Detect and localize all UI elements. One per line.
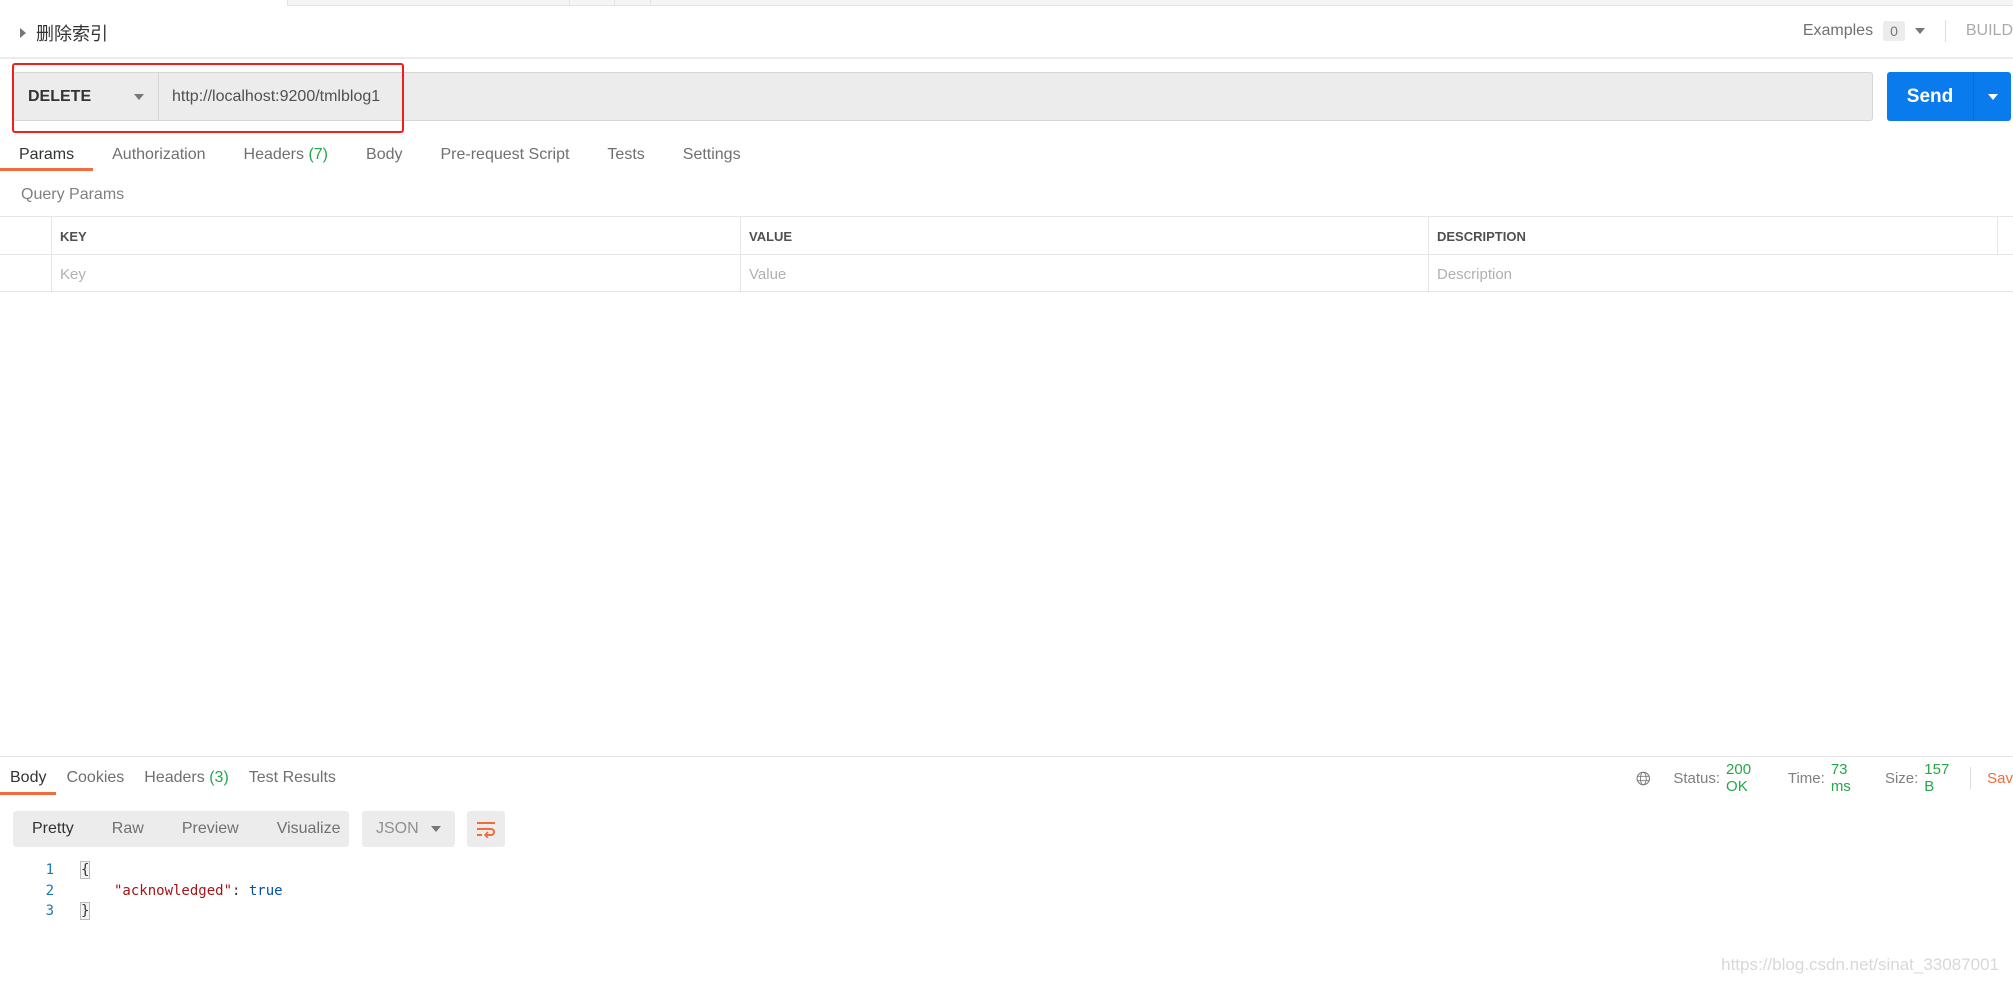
key-input[interactable]: Key (51, 255, 740, 293)
language-select[interactable]: JSON (362, 811, 455, 847)
globe-icon[interactable] (1636, 769, 1651, 788)
request-name: 删除索引 (36, 24, 108, 44)
format-selector: Pretty Raw Preview Visualize (13, 811, 349, 847)
tab[interactable] (615, 0, 651, 6)
watermark: https://blog.csdn.net/sinat_33087001 (1721, 955, 1999, 974)
send-options-button[interactable] (1973, 72, 2011, 121)
tab-authorization[interactable]: Authorization (93, 143, 224, 171)
tab-label: Authorization (112, 146, 206, 163)
status-value: 200 OK (1726, 761, 1752, 795)
column-value: VALUE (740, 217, 1428, 255)
tab-label: Headers (144, 769, 205, 786)
json-value: true (248, 882, 283, 899)
code-line: 2 "acknowledged": true (40, 881, 283, 902)
line-number: 2 (45, 882, 54, 899)
tab-label: Settings (682, 146, 741, 163)
wrap-lines-button[interactable] (467, 811, 505, 847)
response-body-code[interactable]: 1{ 2 "acknowledged": true 3} (40, 860, 283, 922)
highlight-box (12, 63, 404, 133)
line-number: 1 (45, 862, 54, 878)
tab-headers[interactable]: Headers (7) (225, 143, 348, 171)
send-label[interactable]: Send (1887, 72, 1973, 121)
examples-label[interactable]: Examples (1803, 22, 1873, 40)
chevron-down-icon (1987, 93, 1998, 100)
table-row: Key Value Description (0, 254, 2013, 293)
divider (0, 57, 2013, 59)
build-button[interactable]: BUILD (1966, 22, 2013, 40)
divider (1970, 767, 1972, 789)
examples-dropdown-icon[interactable] (1914, 28, 1925, 34)
query-params-table: KEY VALUE DESCRIPTION Key Value Descript… (0, 216, 2013, 293)
response-status: Status: 200 OK Time: 73 ms Size: 157 B S… (1636, 761, 2013, 795)
tab-label: Test Results (248, 769, 336, 786)
save-response-button[interactable]: Sav (1987, 770, 2013, 787)
examples-count: 0 (1883, 21, 1905, 41)
close-brace: } (80, 902, 91, 920)
time-label: Time: (1787, 769, 1825, 787)
code-line: 1{ (40, 860, 283, 881)
tab-strip (0, 0, 2013, 6)
line-number: 3 (45, 903, 54, 919)
chevron-down-icon (431, 826, 441, 832)
tab-response-headers[interactable]: Headers (3) (134, 766, 239, 795)
tab-response-body[interactable]: Body (0, 766, 57, 795)
send-button[interactable]: Send (1887, 72, 2011, 121)
tab-cookies[interactable]: Cookies (56, 766, 134, 795)
column-description: DESCRIPTION (1428, 217, 1997, 255)
tab-label: Body (10, 769, 47, 786)
tab[interactable] (570, 0, 615, 6)
divider (1944, 20, 1946, 42)
tab-body[interactable]: Body (347, 143, 421, 171)
request-tabs: Params Authorization Headers (7) Body Pr… (0, 143, 760, 171)
request-title[interactable]: 删除索引 (20, 20, 108, 46)
format-pretty[interactable]: Pretty (13, 820, 93, 838)
wrap-icon (477, 822, 495, 838)
headers-count: (7) (308, 146, 329, 163)
time-value: 73 ms (1830, 761, 1851, 795)
tab-label: Headers (243, 146, 304, 163)
tab-pre-request-script[interactable]: Pre-request Script (421, 143, 588, 171)
header-actions: Examples 0 BUILD (1803, 20, 2013, 42)
headers-count: (3) (209, 769, 229, 786)
tab-label: Tests (607, 146, 645, 163)
size-label: Size: (1884, 769, 1919, 787)
format-preview[interactable]: Preview (163, 820, 258, 838)
open-brace: { (80, 861, 91, 879)
code-line: 3} (40, 901, 283, 922)
expand-caret-icon[interactable] (20, 28, 26, 38)
response-divider[interactable] (0, 756, 2013, 757)
tab-label: Params (19, 146, 75, 163)
language-value: JSON (376, 820, 419, 837)
tab-label: Body (366, 146, 403, 163)
json-colon: : (232, 882, 249, 899)
size-value: 157 B (1924, 761, 1950, 795)
tab-params[interactable]: Params (0, 143, 94, 171)
tab-active[interactable] (0, 0, 288, 6)
format-raw[interactable]: Raw (93, 820, 163, 838)
format-visualize[interactable]: Visualize (258, 820, 360, 838)
tab-settings[interactable]: Settings (664, 143, 760, 171)
value-input[interactable]: Value (740, 255, 1428, 293)
response-tabs: Body Cookies Headers (3) Test Results (0, 766, 346, 795)
tab-test-results[interactable]: Test Results (239, 766, 346, 795)
column-key: KEY (51, 217, 740, 255)
json-key: "acknowledged" (114, 882, 233, 899)
tab-label: Pre-request Script (440, 146, 570, 163)
tab-tests[interactable]: Tests (588, 143, 663, 171)
status-label: Status: (1673, 769, 1721, 787)
column-options[interactable] (1997, 217, 2013, 255)
tab[interactable] (288, 0, 570, 6)
query-params-title: Query Params (21, 186, 125, 203)
description-input[interactable]: Description (1428, 255, 2013, 293)
tab-label: Cookies (66, 769, 125, 786)
table-header: KEY VALUE DESCRIPTION (0, 216, 2013, 255)
